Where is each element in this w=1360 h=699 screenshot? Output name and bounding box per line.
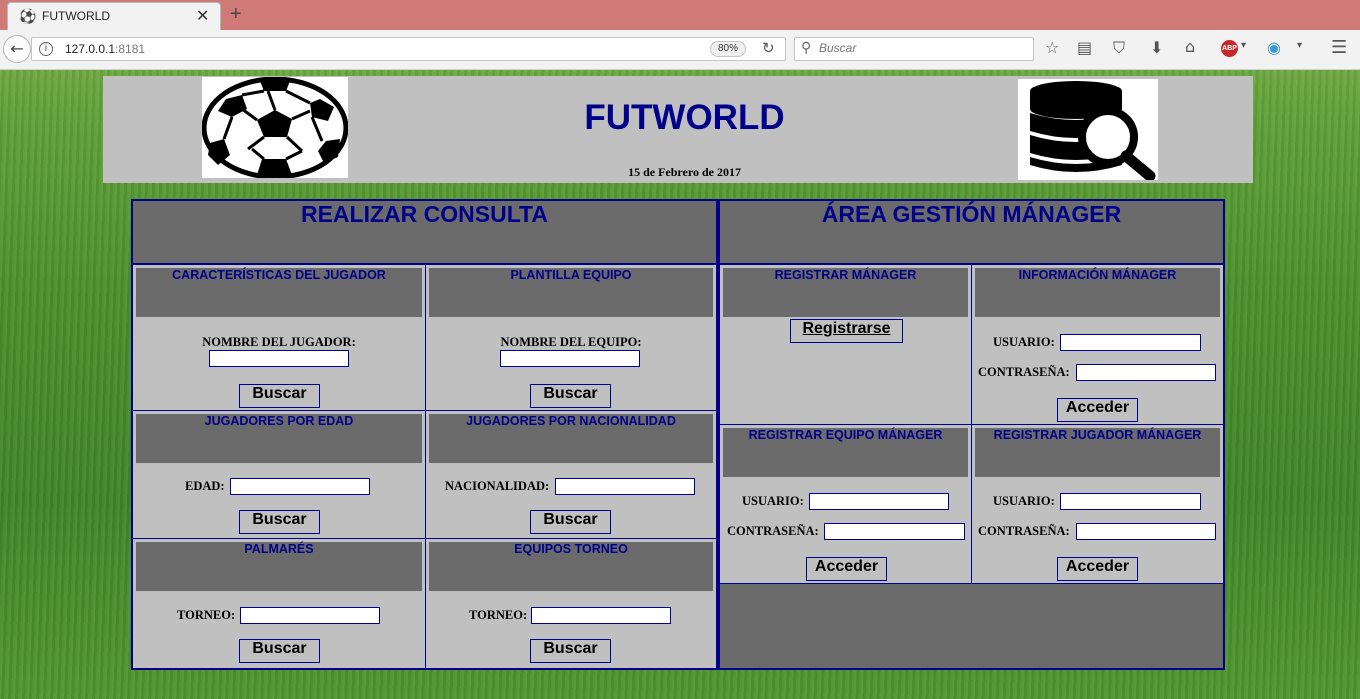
equipo-contrasena-input[interactable] — [824, 523, 965, 540]
jugador-usuario-input[interactable] — [1060, 493, 1201, 510]
soccer-ball-favicon-icon: ⚽ — [19, 9, 37, 25]
menu-icon[interactable]: ☰ — [1331, 37, 1347, 58]
browser-search-input[interactable] — [819, 41, 1019, 55]
jugador-contrasena-input[interactable] — [1076, 523, 1216, 540]
buscar-nacionalidad-button[interactable]: Buscar — [530, 510, 611, 534]
field-label: NOMBRE DEL EQUIPO: — [500, 335, 642, 349]
nacionalidad-input[interactable] — [555, 478, 695, 495]
palmares-cell: PALMARÉS TORNEO: Buscar — [133, 539, 425, 668]
caracteristicas-jugador-cell: CARACTERÍSTICAS DEL JUGADOR NOMBRE DEL J… — [133, 265, 425, 410]
edad-input[interactable] — [230, 478, 370, 495]
plantilla-equipo-cell: PLANTILLA EQUIPO NOMBRE DEL EQUIPO: Busc… — [426, 265, 716, 410]
info-contrasena-input[interactable] — [1076, 364, 1216, 381]
jugadores-edad-cell: JUGADORES POR EDAD EDAD: Buscar — [133, 411, 425, 538]
browser-search-box[interactable]: ⚲ — [794, 37, 1034, 61]
gestion-panel: ÁREA GESTIÓN MÁNAGER REGISTRAR MÁNAGER R… — [718, 199, 1225, 670]
cell-heading: JUGADORES POR EDAD — [136, 414, 422, 463]
home-icon[interactable]: ⌂ — [1185, 37, 1195, 56]
pocket-icon[interactable]: ⛉ — [1113, 38, 1125, 58]
back-arrow-icon[interactable]: ← — [3, 35, 31, 63]
cell-heading: REGISTRAR JUGADOR MÁNAGER — [975, 428, 1220, 477]
browser-tab[interactable]: ⚽ FUTWORLD ✕ — [7, 2, 221, 30]
consulta-title: REALIZAR CONSULTA — [133, 201, 716, 265]
extension-dropdown-icon[interactable]: ▾ — [1297, 40, 1302, 51]
info-icon[interactable]: i — [39, 42, 53, 56]
registrarse-button[interactable]: Registrarse — [790, 319, 903, 343]
url-port: :8181 — [115, 42, 146, 56]
buscar-jugador-button[interactable]: Buscar — [239, 384, 320, 408]
cell-heading: CARACTERÍSTICAS DEL JUGADOR — [136, 268, 422, 317]
page-header: FUTWORLD 15 de Febrero de 2017 — [103, 76, 1253, 183]
cell-heading: JUGADORES POR NACIONALIDAD — [429, 414, 713, 463]
url-text: 127.0.0.1:8181 — [65, 42, 145, 56]
field-label: USUARIO: — [742, 494, 804, 508]
search-icon: ⚲ — [801, 40, 812, 56]
field-label: CONTRASEÑA: — [978, 365, 1070, 379]
jugadores-nacionalidad-cell: JUGADORES POR NACIONALIDAD NACIONALIDAD:… — [426, 411, 716, 538]
gestion-title: ÁREA GESTIÓN MÁNAGER — [720, 201, 1223, 265]
cell-heading: REGISTRAR MÁNAGER — [723, 268, 968, 317]
consulta-panel: REALIZAR CONSULTA CARACTERÍSTICAS DEL JU… — [131, 199, 718, 670]
jugador-acceder-button[interactable]: Acceder — [1057, 557, 1138, 581]
new-tab-button[interactable]: + — [230, 3, 242, 26]
browser-tab-bar: ⚽ FUTWORLD ✕ + — [0, 0, 1360, 30]
field-label: TORNEO: — [469, 608, 528, 622]
zoom-indicator[interactable]: 80% — [710, 41, 746, 57]
tab-title: FUTWORLD — [42, 9, 110, 23]
field-label: CONTRASEÑA: — [727, 524, 819, 538]
buscar-palmares-button[interactable]: Buscar — [239, 639, 320, 663]
torneo-palmares-input[interactable] — [240, 607, 380, 624]
tab-close-icon[interactable]: ✕ — [196, 6, 209, 25]
torneo-equipos-input[interactable] — [531, 607, 671, 624]
field-label: USUARIO: — [993, 335, 1055, 349]
cell-heading: REGISTRAR EQUIPO MÁNAGER — [723, 428, 968, 477]
field-label: EDAD: — [185, 479, 225, 493]
cell-heading: PALMARÉS — [136, 542, 422, 591]
info-acceder-button[interactable]: Acceder — [1057, 398, 1138, 422]
adblock-dropdown-icon[interactable]: ▾ — [1241, 40, 1246, 51]
extension-play-icon[interactable]: ◉ — [1267, 38, 1281, 57]
download-icon[interactable]: ⬇ — [1150, 38, 1163, 57]
field-label: TORNEO: — [177, 608, 236, 622]
bookmark-star-icon[interactable]: ☆ — [1045, 38, 1059, 57]
registrar-jugador-cell: REGISTRAR JUGADOR MÁNAGER USUARIO: CONTR… — [972, 425, 1223, 583]
nombre-equipo-input[interactable] — [500, 350, 640, 367]
reading-list-icon[interactable]: ▤ — [1077, 38, 1092, 57]
nombre-jugador-input[interactable] — [209, 350, 349, 367]
field-label: USUARIO: — [993, 494, 1055, 508]
registrar-equipo-cell: REGISTRAR EQUIPO MÁNAGER USUARIO: CONTRA… — [720, 425, 971, 583]
equipos-torneo-cell: EQUIPOS TORNEO TORNEO: Buscar — [426, 539, 716, 668]
database-search-icon — [1018, 79, 1158, 182]
buscar-torneo-button[interactable]: Buscar — [530, 639, 611, 663]
field-label: NOMBRE DEL JUGADOR: — [202, 335, 356, 349]
url-bar[interactable]: i 127.0.0.1:8181 80% ↻ — [31, 37, 786, 61]
field-label: CONTRASEÑA: — [978, 524, 1070, 538]
cell-heading: INFORMACIÓN MÁNAGER — [975, 268, 1220, 317]
buscar-edad-button[interactable]: Buscar — [239, 510, 320, 534]
divider — [720, 583, 1223, 584]
field-label: NACIONALIDAD: — [445, 479, 550, 493]
cell-heading: EQUIPOS TORNEO — [429, 542, 713, 591]
cell-heading: PLANTILLA EQUIPO — [429, 268, 713, 317]
informacion-manager-cell: INFORMACIÓN MÁNAGER USUARIO: CONTRASEÑA:… — [972, 265, 1223, 424]
equipo-acceder-button[interactable]: Acceder — [806, 557, 887, 581]
equipo-usuario-input[interactable] — [809, 493, 949, 510]
url-host: 127.0.0.1 — [65, 42, 116, 56]
buscar-equipo-button[interactable]: Buscar — [530, 384, 611, 408]
info-usuario-input[interactable] — [1060, 334, 1201, 351]
adblock-icon[interactable]: ABP — [1221, 40, 1238, 57]
reload-icon[interactable]: ↻ — [762, 39, 775, 57]
registrar-manager-cell: REGISTRAR MÁNAGER Registrarse — [720, 265, 971, 424]
